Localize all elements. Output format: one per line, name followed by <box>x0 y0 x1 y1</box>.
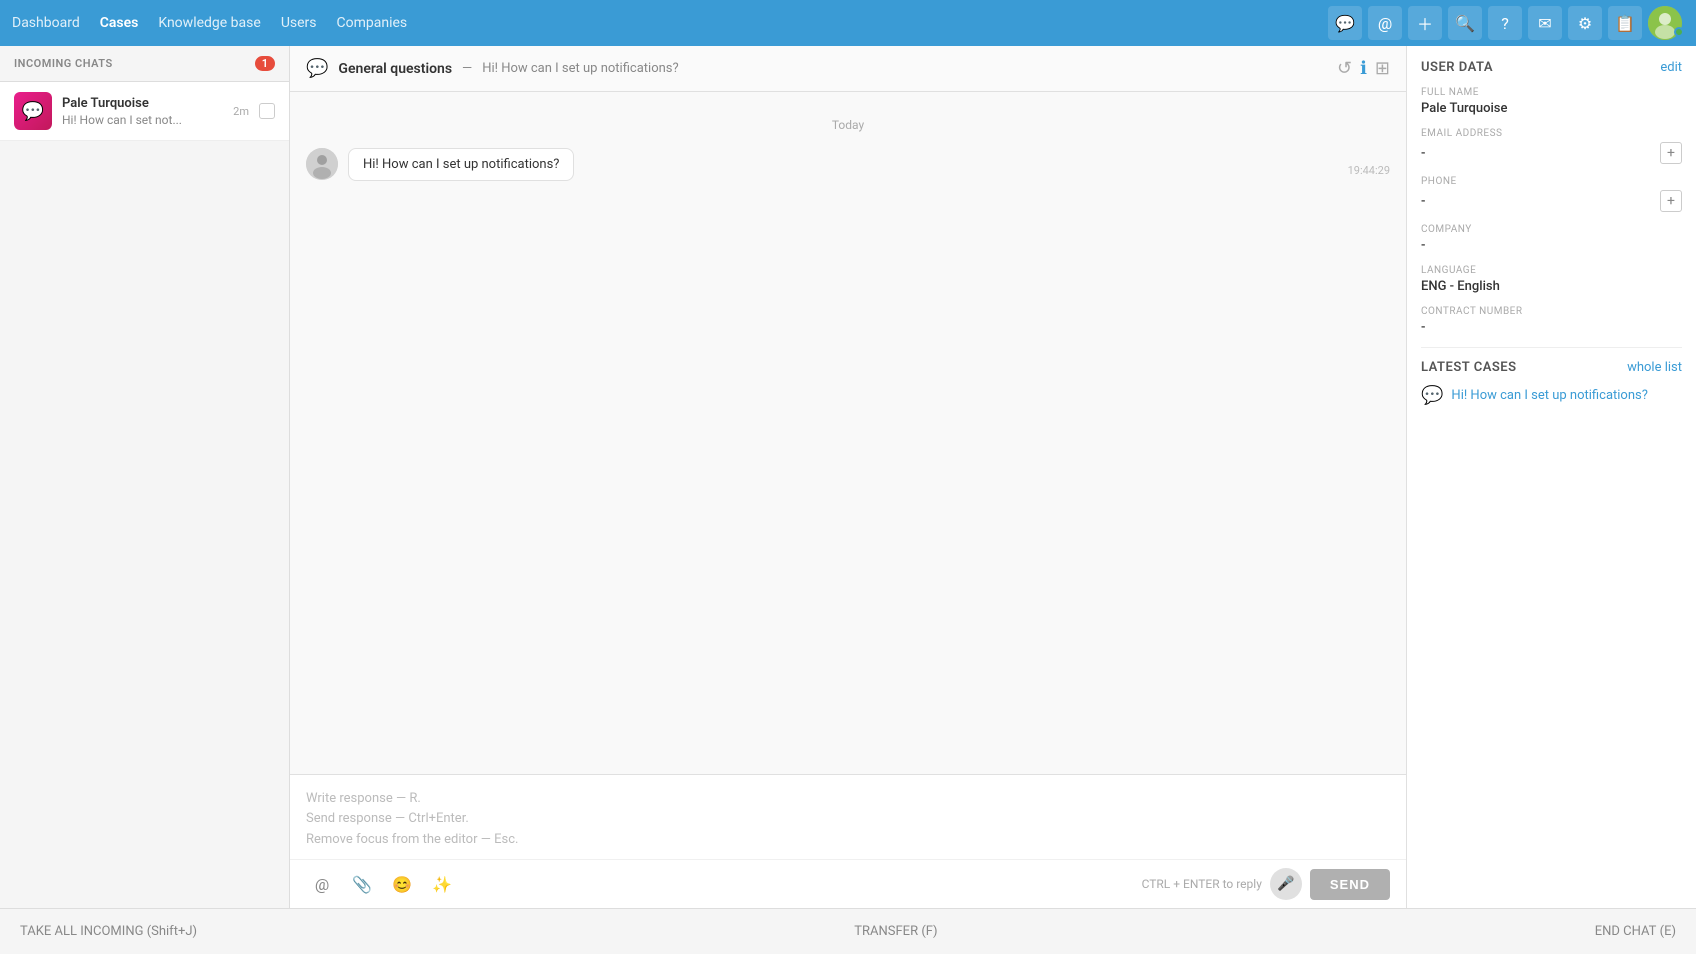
company-label: COMPANY <box>1421 224 1682 235</box>
chat-list-item[interactable]: 💬 Pale Turquoise Hi! How can I set not..… <box>0 82 289 141</box>
full-name-value: Pale Turquoise <box>1421 101 1682 116</box>
sidebar: INCOMING CHATS 1 💬 Pale Turquoise Hi! Ho… <box>0 46 290 908</box>
chat-icon-btn[interactable]: 💬 <box>1328 6 1362 40</box>
sidebar-section-title: INCOMING CHATS <box>14 57 113 70</box>
add-email-btn[interactable]: + <box>1660 142 1682 164</box>
reply-area: Write response — R. Send response — Ctrl… <box>290 774 1406 908</box>
messages-area: Today Hi! How can I set up notifications… <box>290 92 1406 774</box>
bottom-bar: TAKE ALL INCOMING (Shift+J) TRANSFER (F)… <box>0 908 1696 954</box>
chat-item-checkbox[interactable] <box>259 103 275 119</box>
case-item[interactable]: 💬 Hi! How can I set up notifications? <box>1421 385 1682 406</box>
full-name-label: FULL NAME <box>1421 87 1682 98</box>
chat-main: 💬 General questions — Hi! How can I set … <box>290 46 1406 908</box>
emoji-btn[interactable]: 😊 <box>386 868 418 900</box>
nav-dashboard[interactable]: Dashboard <box>12 15 80 31</box>
right-panel: USER DATA edit FULL NAME Pale Turquoise … <box>1406 46 1696 908</box>
at-mention-btn[interactable]: @ <box>306 868 338 900</box>
user-data-header: USER DATA edit <box>1421 60 1682 75</box>
attachment-btn[interactable]: 📎 <box>346 868 378 900</box>
chat-header-right: ↺ ℹ ⊞ <box>1337 58 1390 79</box>
avatar-area <box>1648 6 1684 40</box>
sidebar-header: INCOMING CHATS 1 <box>0 46 289 82</box>
message-time: 19:44:29 <box>1348 164 1390 181</box>
nav-cases[interactable]: Cases <box>100 15 139 31</box>
chat-header-category: General questions <box>338 61 452 77</box>
user-data-title: USER DATA <box>1421 60 1493 75</box>
nav-companies[interactable]: Companies <box>337 15 408 31</box>
case-title: Hi! How can I set up notifications? <box>1451 388 1647 403</box>
reply-hint: CTRL + ENTER to reply <box>1142 877 1262 891</box>
language-label: LANGUAGE <box>1421 265 1682 276</box>
email-value: - <box>1421 146 1425 161</box>
edit-link[interactable]: edit <box>1660 60 1682 75</box>
chat-header-separator: — <box>462 61 472 76</box>
phone-row: - + <box>1421 190 1682 212</box>
at-icon-btn[interactable]: @ <box>1368 6 1402 40</box>
company-value: - <box>1421 238 1682 253</box>
email-label: EMAIL ADDRESS <box>1421 128 1682 139</box>
question-icon-btn[interactable]: ? <box>1488 6 1522 40</box>
nav-links: Dashboard Cases Knowledge base Users Com… <box>12 15 407 31</box>
nav-actions: 💬 @ ＋ 🔍 ? ✉ ⚙ 📋 <box>1328 6 1684 40</box>
top-navigation: Dashboard Cases Knowledge base Users Com… <box>0 0 1696 46</box>
reply-placeholder[interactable]: Write response — R. Send response — Ctrl… <box>290 775 1406 859</box>
email-row: - + <box>1421 142 1682 164</box>
chat-header: 💬 General questions — Hi! How can I set … <box>290 46 1406 92</box>
chat-header-icon: 💬 <box>306 58 328 79</box>
end-chat-btn[interactable]: END CHAT (E) <box>1595 924 1676 939</box>
main-layout: INCOMING CHATS 1 💬 Pale Turquoise Hi! Ho… <box>0 46 1696 908</box>
email-icon-btn[interactable]: 📋 <box>1608 6 1642 40</box>
online-status-dot <box>1674 27 1684 37</box>
add-phone-btn[interactable]: + <box>1660 190 1682 212</box>
plus-icon-btn[interactable]: ＋ <box>1408 6 1442 40</box>
nav-users[interactable]: Users <box>281 15 317 31</box>
take-all-btn[interactable]: TAKE ALL INCOMING (Shift+J) <box>20 924 197 939</box>
chat-item-avatar: 💬 <box>14 92 52 130</box>
send-button[interactable]: SEND <box>1310 869 1390 900</box>
divider <box>1421 347 1682 348</box>
gear-icon-btn[interactable]: ⚙ <box>1568 6 1602 40</box>
message-row: Hi! How can I set up notifications? 19:4… <box>306 148 1390 181</box>
chat-item-time: 2m <box>233 105 249 118</box>
latest-cases-header: LATEST CASES whole list <box>1421 360 1682 375</box>
message-icon-btn[interactable]: ✉ <box>1528 6 1562 40</box>
incoming-chats-badge: 1 <box>255 56 275 71</box>
message-avatar <box>306 148 338 180</box>
chat-header-left: 💬 General questions — Hi! How can I set … <box>306 58 679 79</box>
date-divider: Today <box>306 118 1390 132</box>
history-icon-btn[interactable]: ↺ <box>1337 58 1352 79</box>
chat-bubble-icon: 💬 <box>22 101 44 122</box>
chat-item-name: Pale Turquoise <box>62 96 223 111</box>
chat-header-message: Hi! How can I set up notifications? <box>482 61 678 76</box>
language-value: ENG - English <box>1421 279 1682 294</box>
case-chat-icon: 💬 <box>1421 385 1443 406</box>
search-icon-btn[interactable]: 🔍 <box>1448 6 1482 40</box>
magic-btn[interactable]: ✨ <box>426 868 458 900</box>
whole-list-link[interactable]: whole list <box>1627 360 1682 375</box>
nav-knowledge-base[interactable]: Knowledge base <box>158 15 260 31</box>
contract-value: - <box>1421 320 1682 335</box>
contract-label: CONTRACT NUMBER <box>1421 306 1682 317</box>
chat-item-info: Pale Turquoise Hi! How can I set not... <box>62 96 223 127</box>
phone-label: PHONE <box>1421 176 1682 187</box>
message-bubble: Hi! How can I set up notifications? <box>348 148 574 181</box>
add-panel-icon-btn[interactable]: ⊞ <box>1375 58 1390 79</box>
transfer-btn[interactable]: TRANSFER (F) <box>854 924 937 939</box>
phone-value: - <box>1421 194 1425 209</box>
reply-toolbar: @ 📎 😊 ✨ CTRL + ENTER to reply 🎤 SEND <box>290 859 1406 908</box>
chat-item-preview: Hi! How can I set not... <box>62 113 223 127</box>
mic-btn[interactable]: 🎤 <box>1270 868 1302 900</box>
info-icon-btn[interactable]: ℹ <box>1360 58 1367 79</box>
latest-cases-title: LATEST CASES <box>1421 360 1517 375</box>
